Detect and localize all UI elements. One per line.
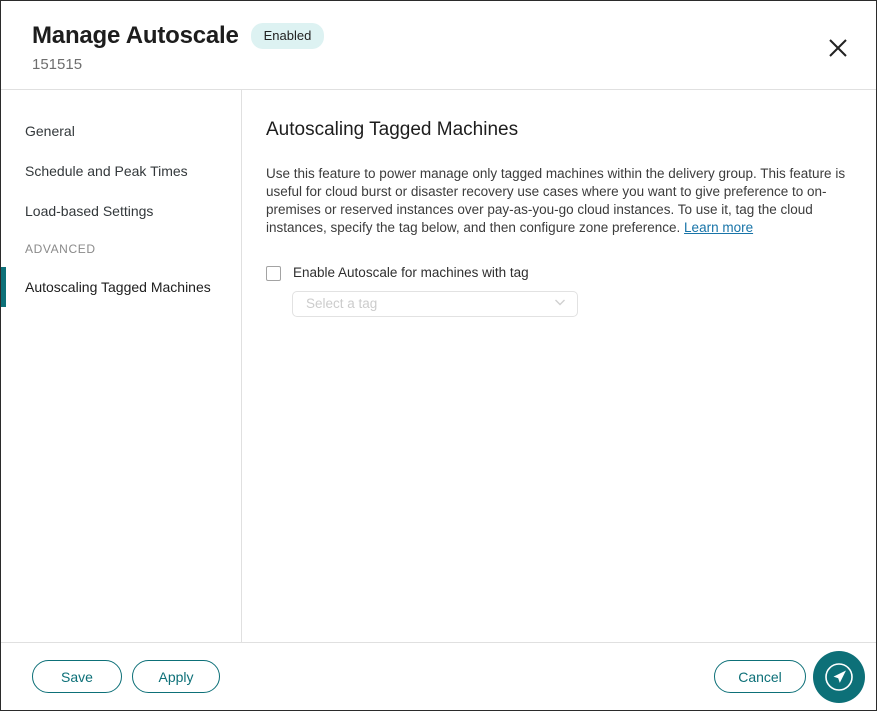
cancel-button[interactable]: Cancel — [714, 660, 806, 693]
title-row: Manage Autoscale Enabled — [32, 21, 324, 51]
status-badge: Enabled — [251, 23, 325, 49]
save-button[interactable]: Save — [32, 660, 122, 693]
sidebar-item-general[interactable]: General — [1, 111, 241, 151]
tag-select-placeholder: Select a tag — [306, 295, 552, 313]
tag-select[interactable]: Select a tag — [292, 291, 578, 317]
apply-button[interactable]: Apply — [132, 660, 220, 693]
sidebar-item-load-based-settings[interactable]: Load-based Settings — [1, 191, 241, 231]
page-title: Manage Autoscale — [32, 21, 239, 51]
dialog-subtitle: 151515 — [32, 56, 82, 73]
paper-plane-icon — [822, 660, 856, 694]
dialog-footer: Save Apply Cancel — [1, 642, 876, 710]
close-icon — [828, 38, 848, 58]
chevron-down-icon — [552, 294, 568, 315]
enable-autoscale-label: Enable Autoscale for machines with tag — [293, 264, 529, 282]
manage-autoscale-dialog: Manage Autoscale Enabled 151515 General … — [0, 0, 877, 711]
close-button[interactable] — [822, 32, 854, 64]
help-button[interactable] — [813, 651, 865, 703]
main-content: Autoscaling Tagged Machines Use this fea… — [243, 90, 876, 642]
sidebar-nav: General Schedule and Peak Times Load-bas… — [1, 90, 242, 642]
sidebar-item-autoscaling-tagged-machines[interactable]: Autoscaling Tagged Machines — [1, 267, 241, 307]
enable-autoscale-checkbox[interactable] — [266, 266, 281, 281]
dialog-header: Manage Autoscale Enabled 151515 — [1, 1, 876, 90]
section-description: Use this feature to power manage only ta… — [266, 165, 849, 237]
sidebar-section-advanced: ADVANCED — [1, 231, 241, 267]
section-heading: Autoscaling Tagged Machines — [266, 117, 852, 143]
learn-more-link[interactable]: Learn more — [684, 220, 753, 235]
enable-autoscale-row: Enable Autoscale for machines with tag — [266, 264, 852, 282]
sidebar-item-schedule-and-peak-times[interactable]: Schedule and Peak Times — [1, 151, 241, 191]
description-text: Use this feature to power manage only ta… — [266, 166, 845, 235]
